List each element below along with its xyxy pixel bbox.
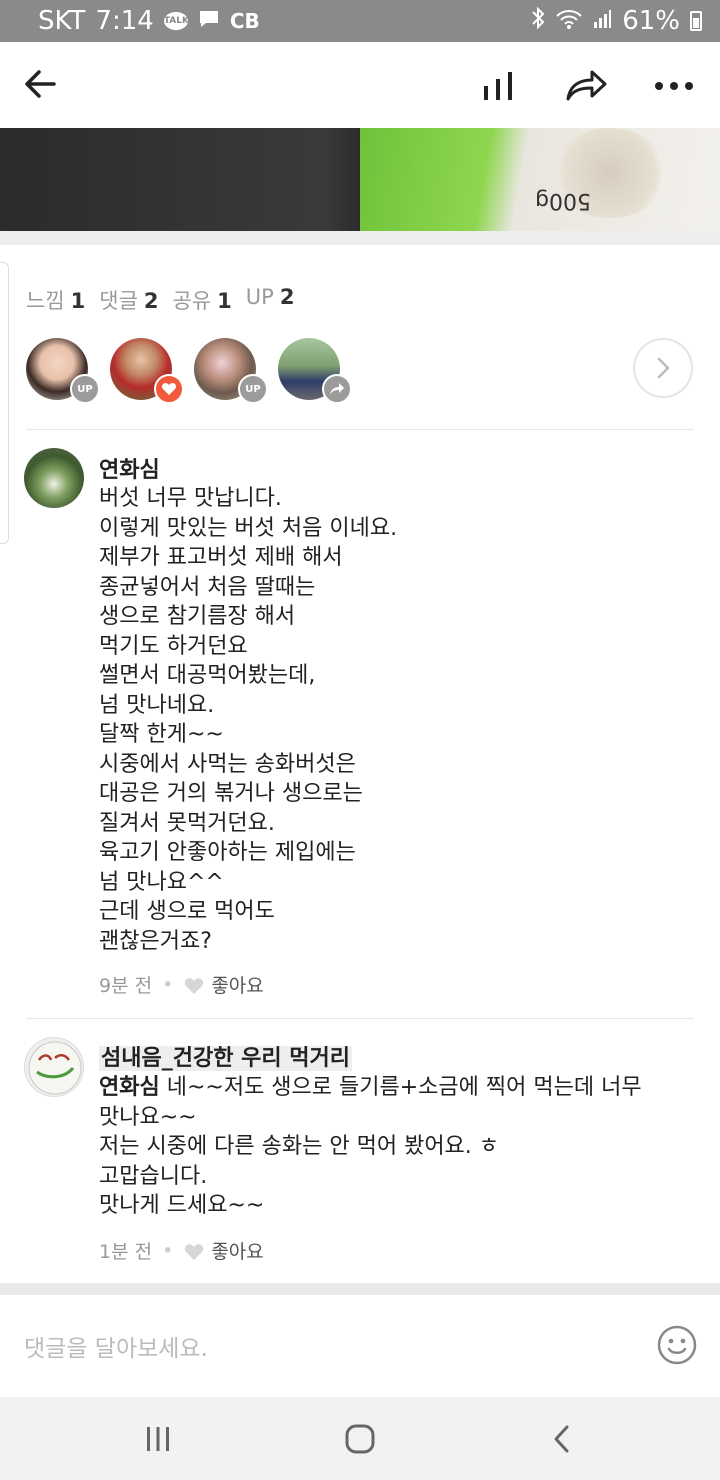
recent-apps-icon [147, 1427, 169, 1451]
post-image[interactable]: 500g [0, 128, 720, 231]
up-badge: UP [70, 374, 100, 404]
comment-input[interactable]: 댓글을 달아보세요. [0, 1295, 720, 1397]
stats-button[interactable] [476, 66, 520, 106]
seomnaeeum-logo-icon [28, 1041, 82, 1095]
comment-author-avatar[interactable] [24, 448, 84, 508]
input-separator [0, 1283, 720, 1295]
comment-meta: 1분 전 • 좋아요 [99, 1237, 264, 1264]
signal-icon [592, 6, 612, 36]
comment-author-avatar[interactable] [24, 1037, 84, 1097]
stat-comments[interactable]: 댓글 2 [99, 285, 158, 315]
bluetooth-icon [530, 6, 546, 37]
side-panel-handle[interactable] [0, 262, 9, 544]
comment-time: 9분 전 [99, 975, 153, 997]
like-label: 좋아요 [211, 975, 264, 997]
system-nav-bar [0, 1397, 720, 1480]
reactor-item[interactable]: UP [194, 338, 268, 404]
section-gap [0, 231, 720, 245]
home-icon [345, 1424, 375, 1454]
battery-icon [690, 11, 702, 31]
heart-icon [185, 1243, 204, 1260]
emoji-button[interactable] [656, 1324, 698, 1366]
separator-dot: • [162, 973, 174, 996]
stat-shares[interactable]: 공유 1 [173, 285, 232, 315]
stat-ups[interactable]: UP 2 [246, 285, 295, 315]
comment-text: 연화심 네~~저도 생으로 들기름+소금에 찍어 먹는데 너무 맛나요~~ 저는… [99, 1075, 642, 1218]
toolbar [0, 42, 720, 128]
comment-time: 1분 전 [99, 1241, 153, 1263]
back-button[interactable] [22, 66, 62, 106]
system-back-button[interactable] [544, 1421, 580, 1457]
recent-apps-button[interactable] [140, 1421, 176, 1457]
post-stats: 느낌 1 댓글 2 공유 1 UP 2 [26, 285, 294, 315]
like-label: 좋아요 [211, 1241, 264, 1263]
wifi-icon [556, 6, 582, 36]
divider [26, 1018, 694, 1019]
up-badge: UP [238, 374, 268, 404]
share-button[interactable] [564, 66, 608, 106]
mention-link[interactable]: 연화심 [99, 1075, 160, 1100]
heart-icon [161, 382, 177, 395]
share-badge [322, 374, 352, 404]
bar-chart-icon [484, 72, 512, 100]
like-button[interactable]: 좋아요 [183, 971, 264, 998]
divider [26, 429, 694, 430]
share-arrow-icon [330, 383, 344, 395]
home-button[interactable] [342, 1421, 378, 1457]
cb-label: CB [229, 9, 260, 33]
chevron-left-icon [554, 1425, 569, 1453]
reactor-item[interactable] [278, 338, 352, 404]
battery-percent: 61% [622, 6, 680, 36]
more-reactors-button[interactable] [633, 338, 693, 398]
comment-text: 버섯 너무 맛납니다. 이렇게 맛있는 버섯 처음 이네요. 제부가 표고버섯 … [99, 486, 398, 954]
comment-author-name[interactable]: 섬내음_건강한 우리 먹거리 [99, 1040, 352, 1072]
like-button[interactable]: 좋아요 [183, 1237, 264, 1264]
message-icon [198, 9, 220, 34]
reactor-item[interactable]: UP [26, 338, 100, 404]
more-dots-icon [655, 82, 693, 90]
more-options-button[interactable] [652, 66, 696, 106]
heart-icon [185, 977, 204, 994]
clock: 7:14 [95, 6, 154, 36]
smiley-icon [657, 1325, 697, 1365]
separator-dot: • [162, 1239, 174, 1262]
status-bar: SKT 7:14 TALK CB 61% [0, 0, 720, 42]
comment-meta: 9분 전 • 좋아요 [99, 971, 264, 998]
share-arrow-icon [566, 70, 607, 101]
arrow-left-icon [25, 70, 56, 98]
product-weight-label: 500g [535, 188, 591, 213]
reactor-item[interactable] [110, 338, 184, 404]
chevron-right-icon [657, 357, 670, 379]
comment-author-name[interactable]: 연화심 [99, 452, 160, 484]
heart-badge [154, 374, 184, 404]
carrier-label: SKT [38, 6, 86, 36]
stat-feelings[interactable]: 느낌 1 [26, 285, 85, 315]
reactor-list: UP UP [26, 338, 352, 404]
comment-input-placeholder: 댓글을 달아보세요. [24, 1336, 208, 1362]
kakaotalk-icon: TALK [163, 12, 189, 30]
